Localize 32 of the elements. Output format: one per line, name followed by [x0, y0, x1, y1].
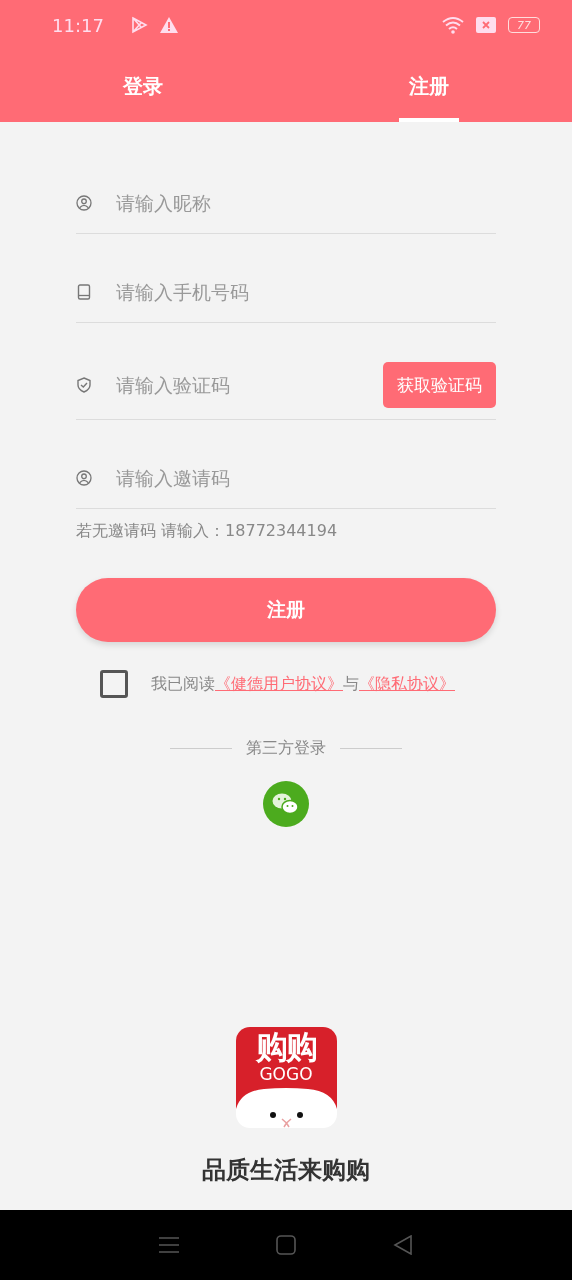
agreement-checkbox[interactable]	[100, 670, 128, 698]
tab[interactable]: 登录	[0, 50, 286, 122]
logo-subtitle: GOGO	[258, 1066, 314, 1083]
tab[interactable]: 注册	[286, 50, 572, 122]
third-party-label: 第三方登录	[246, 738, 326, 759]
battery-icon: 77	[508, 17, 540, 33]
input-field[interactable]: 请输入手机号码	[114, 280, 496, 304]
invite-hint: 若无邀请码 请输入：18772344194	[76, 521, 339, 542]
agreement-text: 与	[343, 673, 359, 695]
wechat-icon[interactable]	[263, 781, 309, 827]
back-icon[interactable]	[393, 1235, 414, 1255]
sim-off-icon	[476, 17, 496, 33]
warning-icon	[159, 17, 178, 33]
menu-icon[interactable]	[158, 1236, 179, 1254]
play-store-icon	[129, 16, 148, 34]
input-field[interactable]: 请输入昵称	[114, 191, 496, 215]
agreement-text: 我已阅读	[151, 673, 215, 695]
agreement-link[interactable]: 《隐私协议》	[359, 673, 455, 695]
status-time: 11:17	[52, 14, 104, 36]
shield-icon	[76, 377, 92, 393]
get-code-button[interactable]: 获取验证码	[383, 362, 496, 408]
input-field[interactable]: 请输入验证码	[114, 373, 383, 397]
logo-title: 购购	[255, 1031, 317, 1063]
user-icon	[76, 470, 92, 486]
input-field[interactable]: 请输入邀请码	[114, 466, 496, 490]
user-icon	[76, 195, 92, 211]
home-icon[interactable]	[276, 1235, 296, 1255]
register-button[interactable]: 注册	[76, 578, 496, 642]
phone-icon	[76, 284, 92, 300]
slogan: 品质生活来购购	[202, 1155, 370, 1186]
wifi-icon	[442, 16, 464, 34]
agreement-link[interactable]: 《健德用户协议》	[215, 673, 343, 695]
